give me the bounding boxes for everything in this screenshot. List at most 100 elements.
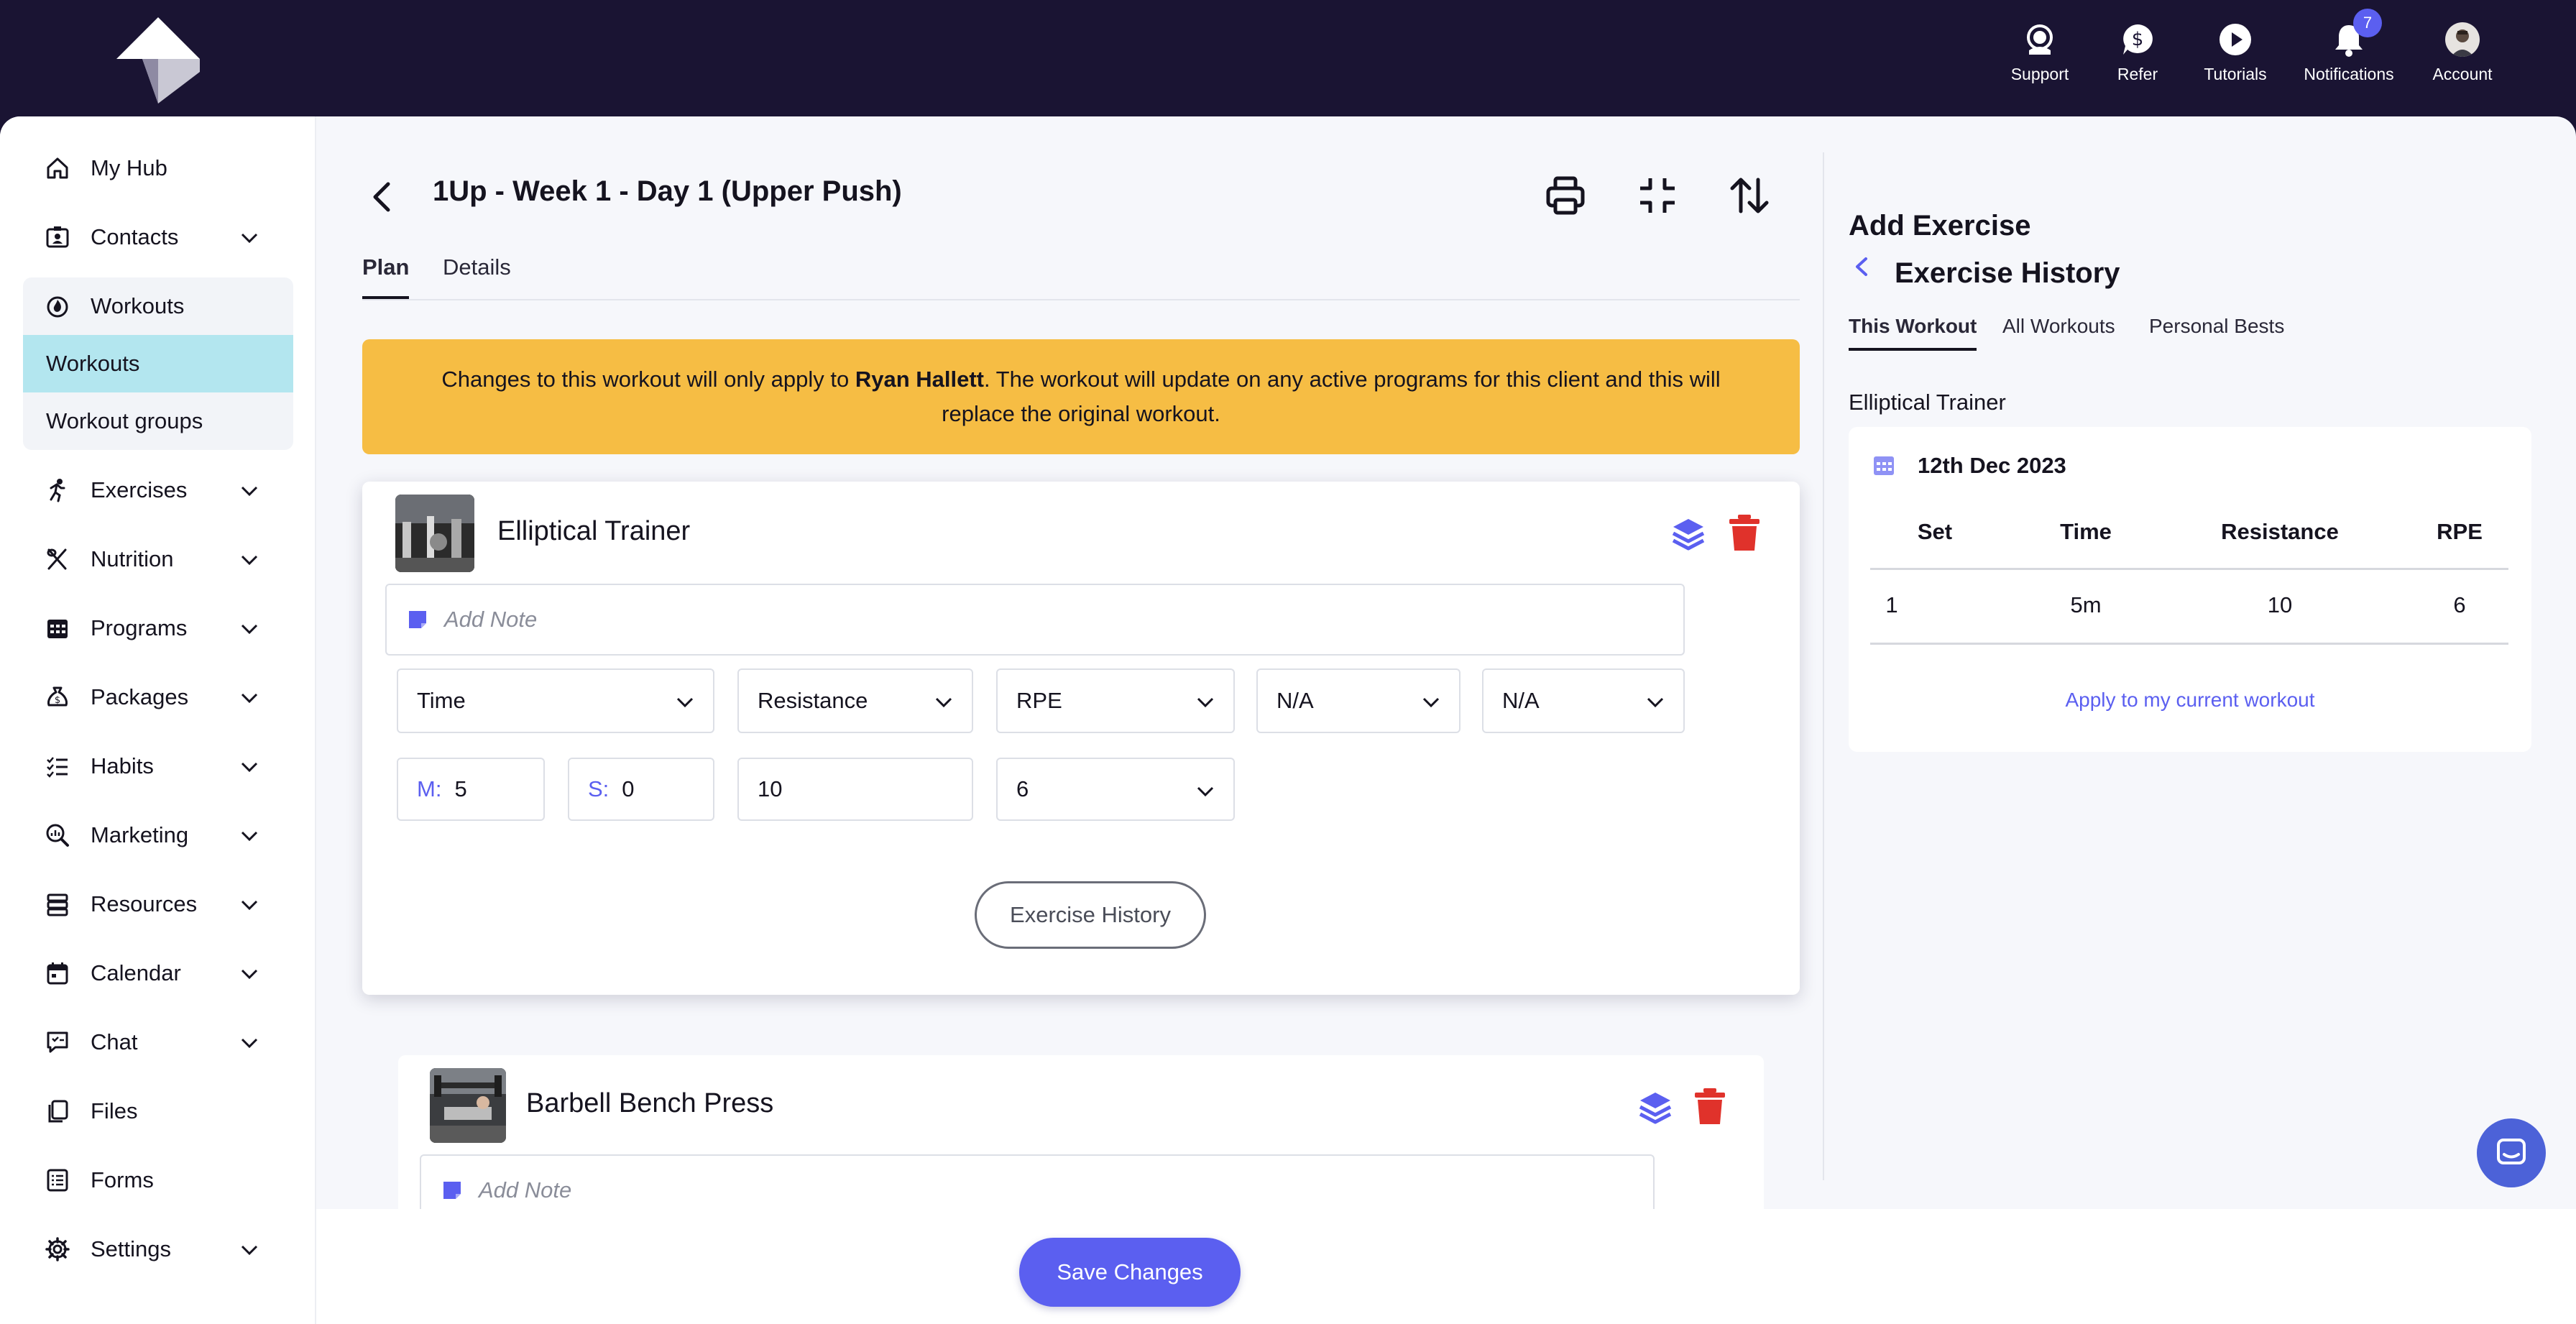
seconds-value: 0 — [622, 776, 635, 801]
add-note-placeholder: Add Note — [479, 1177, 572, 1203]
sidebar-item-label: Contacts — [91, 224, 179, 249]
print-icon[interactable] — [1542, 173, 1588, 219]
svg-text:$: $ — [55, 695, 60, 706]
banner-text: Changes to this workout will only apply … — [405, 362, 1757, 431]
sidebar-item-workouts[interactable]: Workouts — [23, 277, 293, 335]
sidebar-subitem-workout-groups[interactable]: Workout groups — [23, 392, 293, 450]
gear-icon — [43, 1235, 72, 1264]
collapse-icon[interactable] — [1634, 173, 1680, 219]
trash-icon[interactable] — [1726, 513, 1762, 552]
back-arrow-icon[interactable] — [364, 174, 400, 220]
tutorials-button[interactable]: Tutorials — [2186, 22, 2284, 84]
calendar-grid-icon — [43, 614, 72, 643]
top-bar: Support $ Refer Tutorials 7 Notification… — [0, 0, 2576, 116]
exercise-history-button[interactable]: Exercise History — [975, 881, 1206, 949]
exercise-name: Barbell Bench Press — [526, 1088, 774, 1118]
sidebar-item-resources[interactable]: Resources — [23, 875, 293, 933]
banner-client-name: Ryan Hallett — [855, 367, 985, 392]
sidebar-item-calendar[interactable]: Calendar — [23, 944, 293, 1002]
column-1-value: Time — [417, 688, 466, 713]
tab-all-workouts[interactable]: All Workouts — [2002, 315, 2115, 348]
column-2-value: Resistance — [758, 688, 868, 713]
app-body: My Hub Contacts Workouts Workouts Workou… — [0, 116, 2576, 1324]
tab-plan[interactable]: Plan — [362, 254, 410, 299]
sidebar-item-forms[interactable]: Forms — [23, 1151, 293, 1209]
save-changes-button[interactable]: Save Changes — [1019, 1238, 1241, 1307]
sidebar-item-exercises[interactable]: Exercises — [23, 461, 293, 519]
sidebar-subitem-workouts[interactable]: Workouts — [23, 335, 293, 392]
layers-icon[interactable] — [1670, 515, 1706, 553]
column-1-select[interactable]: Time — [397, 668, 714, 733]
refer-label: Refer — [2117, 65, 2158, 83]
sidebar-item-label: Calendar — [91, 960, 181, 985]
history-cell-rpe: 6 — [2453, 592, 2466, 617]
sidebar-item-marketing[interactable]: Marketing — [23, 806, 293, 864]
refer-button[interactable]: $ Refer — [2089, 22, 2186, 84]
table-divider — [1870, 643, 2508, 645]
notification-count-badge: 7 — [2353, 9, 2382, 37]
history-cell-resistance: 10 — [2267, 592, 2293, 617]
chevron-down-icon — [241, 486, 258, 497]
chevron-down-icon — [935, 697, 952, 708]
sidebar-item-chat[interactable]: Chat — [23, 1013, 293, 1071]
tutorials-label: Tutorials — [2204, 65, 2267, 83]
calendar-icon — [1874, 456, 1894, 475]
add-note-input[interactable]: Add Note — [385, 584, 1685, 656]
support-button[interactable]: Support — [1991, 22, 2089, 84]
chevron-down-icon — [241, 555, 258, 566]
tab-this-workout[interactable]: This Workout — [1849, 315, 1977, 351]
sidebar-item-habits[interactable]: Habits — [23, 737, 293, 795]
sidebar-subitem-label: Workouts — [46, 351, 140, 376]
minutes-value: 5 — [454, 776, 467, 801]
column-4-select[interactable]: N/A — [1256, 668, 1460, 733]
seconds-input[interactable]: S: 0 — [568, 758, 714, 821]
sidebar-item-label: Forms — [91, 1167, 154, 1192]
app-logo[interactable] — [114, 14, 203, 104]
rpe-select[interactable]: 6 — [996, 758, 1235, 821]
history-col-rpe: RPE — [2437, 519, 2483, 544]
column-3-select[interactable]: RPE — [996, 668, 1235, 733]
tab-personal-bests[interactable]: Personal Bests — [2149, 315, 2284, 348]
sort-icon[interactable] — [1726, 173, 1772, 219]
apply-to-workout-link[interactable]: Apply to my current workout — [1849, 689, 2531, 712]
sidebar-item-settings[interactable]: Settings — [23, 1220, 293, 1278]
sidebar-item-my-hub[interactable]: My Hub — [23, 139, 293, 197]
sidebar-item-label: Nutrition — [91, 546, 174, 571]
chevron-down-icon — [241, 1038, 258, 1049]
sidebar-item-files[interactable]: Files — [23, 1082, 293, 1140]
column-5-value: N/A — [1502, 688, 1540, 713]
trash-icon[interactable] — [1692, 1087, 1728, 1126]
support-chat-button[interactable] — [2477, 1118, 2546, 1187]
home-icon — [43, 154, 72, 183]
calendar-icon — [43, 959, 72, 988]
files-icon — [43, 1097, 72, 1126]
chevron-left-icon[interactable] — [1849, 250, 1874, 283]
add-exercise-panel: Add Exercise Exercise History This Worko… — [1823, 152, 2576, 1180]
sidebar-item-packages[interactable]: $ Packages — [23, 668, 293, 726]
rpe-value: 6 — [1016, 776, 1029, 801]
minutes-prefix: M: — [417, 776, 442, 801]
sidebar: My Hub Contacts Workouts Workouts Workou… — [0, 116, 316, 1324]
resistance-input[interactable]: 10 — [737, 758, 973, 821]
chat-icon — [43, 1028, 72, 1057]
column-4-value: N/A — [1276, 688, 1314, 713]
support-label: Support — [2010, 65, 2069, 83]
sidebar-item-contacts[interactable]: Contacts — [23, 208, 293, 266]
minutes-input[interactable]: M: 5 — [397, 758, 545, 821]
sidebar-item-programs[interactable]: Programs — [23, 599, 293, 657]
sidebar-item-label: My Hub — [91, 155, 167, 180]
tab-details[interactable]: Details — [443, 254, 511, 296]
layers-icon[interactable] — [1637, 1088, 1673, 1127]
chevron-down-icon — [1197, 786, 1214, 797]
exercise-name: Elliptical Trainer — [497, 516, 691, 546]
history-cell-time: 5m — [2070, 592, 2102, 617]
chat-bubble-icon — [2497, 1139, 2526, 1164]
column-5-select[interactable]: N/A — [1482, 668, 1685, 733]
column-2-select[interactable]: Resistance — [737, 668, 973, 733]
notifications-button[interactable]: 7 Notifications — [2284, 9, 2414, 84]
footer-bar — [316, 1209, 2576, 1324]
sidebar-item-nutrition[interactable]: Nutrition — [23, 530, 293, 588]
account-button[interactable]: Account — [2414, 22, 2511, 84]
workout-tabs: Plan Details — [362, 254, 1800, 300]
contacts-icon — [43, 223, 72, 252]
